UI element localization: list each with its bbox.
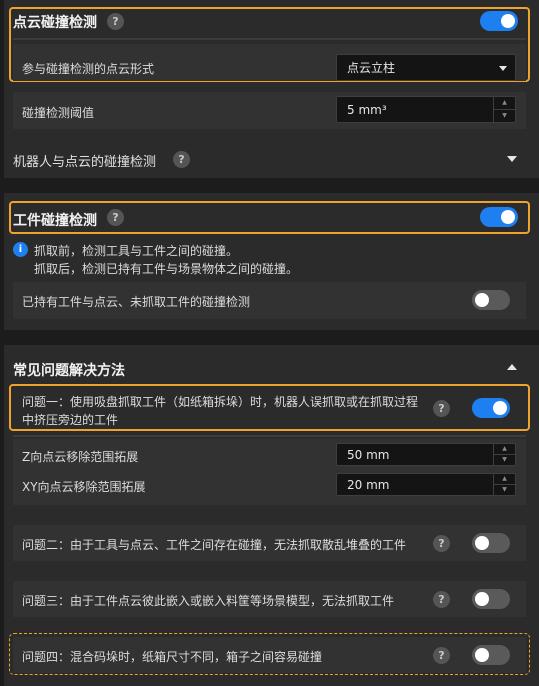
help-icon[interactable]: ? (173, 151, 190, 168)
q3-label: 问题三：由于工件点云彼此嵌入或嵌入料筐等场景模型，无法抓取工件 (22, 594, 395, 608)
z-removal-spinner[interactable]: ▲ ▼ (493, 444, 515, 465)
help-icon[interactable]: ? (107, 209, 124, 226)
info-line-2: 抓取后，检测已持有工件与场景物体之间的碰撞。 (34, 262, 299, 276)
spin-down-icon[interactable]: ▼ (494, 455, 515, 466)
spin-up-icon[interactable]: ▲ (494, 474, 515, 485)
info-line-1: 抓取前，检测工具与工件之间的碰撞。 (34, 244, 239, 258)
robot-point-cloud-collision-title[interactable]: 机器人与点云的碰撞检测 (13, 151, 156, 170)
spin-up-icon[interactable]: ▲ (494, 444, 515, 455)
z-removal-value: 50 mm (347, 447, 390, 462)
z-removal-input[interactable]: 50 mm ▲ ▼ (336, 443, 516, 466)
threshold-label: 碰撞检测阈值 (22, 106, 95, 120)
help-icon[interactable]: ? (433, 400, 450, 417)
toggle-knob (475, 536, 489, 550)
expand-chevron-icon[interactable] (507, 156, 517, 162)
q1-toggle[interactable] (472, 398, 510, 418)
threshold-value: 5 mm³ (347, 102, 387, 117)
help-icon[interactable]: ? (107, 13, 124, 30)
point-cloud-collision-toggle[interactable] (480, 11, 518, 31)
held-collision-label: 已持有工件与点云、未抓取工件的碰撞检测 (22, 295, 251, 309)
threshold-spinner[interactable]: ▲ ▼ (493, 97, 515, 122)
spin-up-icon[interactable]: ▲ (494, 97, 515, 110)
xy-removal-input[interactable]: 20 mm ▲ ▼ (336, 473, 516, 496)
q3-toggle[interactable] (472, 589, 510, 609)
toggle-knob (493, 401, 507, 415)
toggle-knob (475, 293, 489, 307)
q4-toggle[interactable] (472, 645, 510, 665)
faq-title: 常见问题解决方法 (13, 363, 125, 379)
help-icon[interactable]: ? (433, 591, 450, 608)
chevron-down-icon (499, 66, 507, 71)
info-icon: i (13, 242, 28, 257)
held-collision-toggle[interactable] (472, 290, 510, 310)
help-icon[interactable]: ? (433, 535, 450, 552)
toggle-knob (475, 592, 489, 606)
xy-removal-value: 20 mm (347, 477, 390, 492)
spin-down-icon[interactable]: ▼ (494, 110, 515, 123)
q2-label: 问题二：由于工具与点云、工件之间存在碰撞，无法抓取散乱堆叠的工件 (22, 538, 407, 552)
point-cloud-form-select[interactable]: 点云立柱 (336, 54, 516, 81)
toggle-knob (501, 14, 515, 28)
threshold-input[interactable]: 5 mm³ ▲ ▼ (336, 96, 516, 123)
workpiece-collision-title: 工件碰撞检测 (13, 213, 97, 229)
point-cloud-collision-panel: 点云碰撞检测 ? 参与碰撞检测的点云形式 点云立柱 碰撞检测阈值 5 mm³ ▲… (4, 0, 539, 178)
point-cloud-form-label: 参与碰撞检测的点云形式 (22, 62, 155, 76)
xy-removal-spinner[interactable]: ▲ ▼ (493, 474, 515, 495)
toggle-knob (501, 210, 515, 224)
spin-down-icon[interactable]: ▼ (494, 485, 515, 496)
toggle-knob (475, 648, 489, 662)
divider (13, 38, 526, 40)
workpiece-collision-panel: 工件碰撞检测 ? i 抓取前，检测工具与工件之间的碰撞。 抓取后，检测已持有工件… (4, 193, 539, 330)
q4-label: 问题四：混合码垛时，纸箱尺寸不同，箱子之间容易碰撞 (22, 650, 323, 664)
xy-removal-label: XY向点云移除范围拓展 (22, 480, 146, 494)
z-removal-label: Z向点云移除范围拓展 (22, 450, 139, 464)
point-cloud-collision-title: 点云碰撞检测 (13, 15, 97, 31)
help-icon[interactable]: ? (433, 647, 450, 664)
faq-panel: 常见问题解决方法 问题一：使用吸盘抓取工件（如纸箱拆垛）时，机器人误抓取或在抓取… (4, 345, 539, 686)
q1-line-2: 中挤压旁边的工件 (22, 413, 119, 427)
workpiece-collision-toggle[interactable] (480, 207, 518, 227)
collapse-chevron-icon[interactable] (507, 364, 517, 370)
q1-line-1: 问题一：使用吸盘抓取工件（如纸箱拆垛）时，机器人误抓取或在抓取过程 (22, 395, 419, 409)
point-cloud-form-value: 点云立柱 (347, 61, 396, 75)
divider (13, 435, 526, 437)
q2-toggle[interactable] (472, 533, 510, 553)
